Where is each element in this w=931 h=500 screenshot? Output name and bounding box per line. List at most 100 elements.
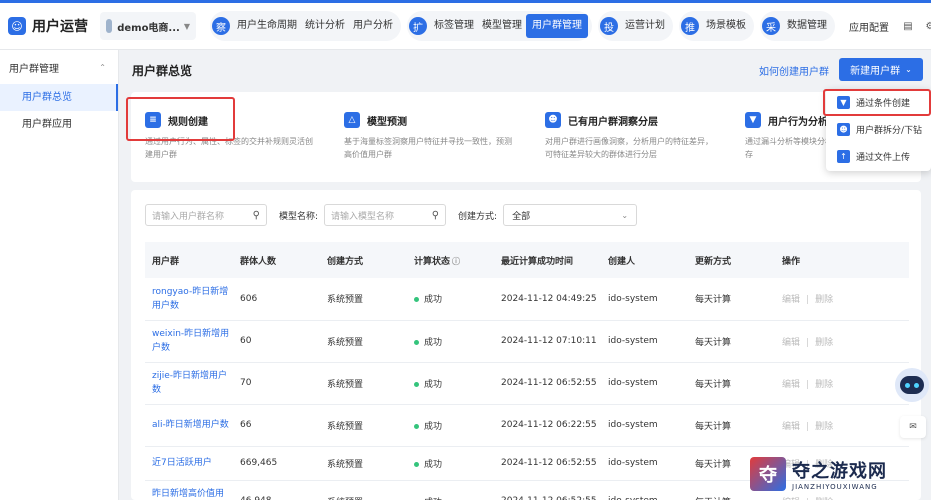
status-text: 成功	[424, 379, 443, 390]
table-row: rongyao-昨日新增用户数 606 系统预置 成功 2024-11-12 04:49…	[145, 278, 909, 321]
app-title: 用户运营	[32, 19, 88, 35]
group-name-link[interactable]: ali-昨日新增用户数	[152, 418, 232, 432]
cell-creator: ido-system	[601, 278, 688, 321]
nav-group-expand: 扩 标签管理 模型管理 用户群管理	[407, 11, 592, 41]
chat-icon[interactable]: ✉	[900, 416, 926, 438]
cell-creator: ido-system	[601, 446, 688, 481]
cell-method: 系统预置	[320, 278, 407, 321]
cell-time: 2024-11-12 06:52:55	[494, 362, 601, 405]
chevron-up-icon: ⌃	[99, 62, 106, 72]
cell-time: 2024-11-12 07:10:11	[494, 320, 601, 363]
status-dot	[414, 339, 419, 345]
method-value: 全部	[512, 211, 531, 222]
card-description: 基于海量标签洞察用户特征并寻找一致性，预测高价值用户群	[344, 137, 512, 159]
cell-count: 606	[233, 278, 320, 321]
watermark: 夺 夺之游戏网 JIANZHIYOUXIWANG	[750, 448, 931, 500]
card-group-insight[interactable]: ☻ 已有用户群洞察分层 对用户群进行画像洞察，分析用户的特征差异，可特征差异较大…	[545, 110, 715, 161]
edit-button[interactable]: 编辑	[782, 295, 800, 305]
group-name-link[interactable]: weixin-昨日新增用户数	[152, 327, 232, 355]
sidebar-item-application[interactable]: 用户群应用	[0, 111, 118, 138]
page-title: 用户群总览	[132, 64, 193, 78]
tenant-icon	[106, 19, 113, 33]
action-separator: |	[806, 421, 810, 432]
card-model-prediction[interactable]: △ 模型预测 基于海量标签洞察用户特征并寻找一致性，预测高价值用户群	[344, 110, 514, 161]
page-header: 用户群总览 如何创建用户群 新建用户群 ⌄	[119, 50, 931, 90]
help-link[interactable]: 如何创建用户群	[759, 63, 829, 78]
menu-item-label: 用户群拆分/下钻	[856, 126, 923, 136]
sidebar-item-overview[interactable]: 用户群总览	[0, 84, 118, 111]
col-header-creator: 创建人	[601, 242, 688, 278]
nav-group-badge: 采	[762, 17, 780, 35]
delete-button[interactable]: 删除	[815, 295, 833, 305]
group-name-link[interactable]: rongyao-昨日新增用户数	[152, 285, 232, 313]
settings-icon[interactable]: ⚙	[919, 15, 931, 37]
method-select[interactable]: 全部 ⌄	[503, 204, 638, 226]
model-name-search[interactable]: 请输入模型名称 ⚲	[324, 204, 447, 226]
delete-button[interactable]: 删除	[815, 338, 833, 348]
edit-button[interactable]: 编辑	[782, 422, 800, 432]
cell-time: 2024-11-12 04:49:25	[494, 278, 601, 321]
sidebar: 用户群管理 ⌃ 用户群总览 用户群应用	[0, 50, 119, 500]
action-separator: |	[806, 337, 810, 348]
nav-group-delivery: 投 运营计划	[598, 11, 673, 41]
nav-item-statistics[interactable]: 统计分析	[301, 11, 349, 41]
cell-actions: 编辑 | 删除	[775, 362, 909, 405]
cell-count: 66	[233, 404, 320, 447]
nav-item-data-management[interactable]: 数据管理	[783, 11, 831, 41]
cell-creator: ido-system	[601, 480, 688, 500]
nav-item-user-groups[interactable]: 用户群管理	[526, 14, 588, 38]
highlight-box-rule-creation	[126, 97, 235, 141]
cell-group: ali-昨日新增用户数	[145, 404, 233, 447]
app-logo[interactable]: ☺ 用户运营	[8, 16, 88, 36]
edit-button[interactable]: 编辑	[782, 380, 800, 390]
filter-bar: 请输入用户群名称 ⚲ 模型名称: 请输入模型名称 ⚲ 创建方式: 全部 ⌄	[145, 203, 638, 227]
cell-time: 2024-11-12 06:22:55	[494, 404, 601, 447]
watermark-cn: 夺之游戏网	[792, 461, 887, 482]
info-icon[interactable]: ⓘ	[452, 257, 460, 266]
cell-count: 46,948	[233, 480, 320, 500]
robot-face	[900, 376, 924, 394]
status-dot	[414, 381, 419, 387]
new-user-group-button[interactable]: 新建用户群 ⌄	[839, 58, 923, 81]
delete-button[interactable]: 删除	[815, 422, 833, 432]
table-row: weixin-昨日新增用户数 60 系统预置 成功 2024-11-12 07:10:1…	[145, 320, 909, 363]
cell-method: 系统预置	[320, 480, 407, 500]
document-icon[interactable]: ▤	[897, 15, 919, 37]
assistant-robot-icon[interactable]	[895, 368, 929, 402]
card-title: 已有用户群洞察分层	[568, 116, 658, 128]
nav-item-ops-plan[interactable]: 运营计划	[621, 11, 669, 41]
sidebar-section-header[interactable]: 用户群管理 ⌃	[0, 50, 118, 84]
menu-item-file-upload[interactable]: ↑ 通过文件上传	[826, 143, 931, 170]
card-title-row: △ 模型预测	[344, 110, 514, 130]
menu-item-split-drilldown[interactable]: ☻ 用户群拆分/下钻	[826, 116, 931, 143]
tenant-selector[interactable]: demo电商... ▼	[100, 12, 196, 40]
top-navigation-bar: ☺ 用户运营 demo电商... ▼ 察 用户生命周期 统计分析 用户分析 扩 …	[0, 0, 931, 50]
delete-button[interactable]: 删除	[815, 380, 833, 390]
group-name-link[interactable]: 昨日新增高价值用户	[152, 487, 232, 500]
cell-update: 每天计算	[688, 320, 775, 363]
status-header-label: 计算状态	[414, 256, 451, 267]
cell-update: 每天计算	[688, 362, 775, 405]
cell-actions: 编辑 | 删除	[775, 404, 909, 447]
nav-item-lifecycle[interactable]: 用户生命周期	[233, 11, 301, 41]
nav-item-tags[interactable]: 标签管理	[430, 11, 478, 41]
cell-creator: ido-system	[601, 362, 688, 405]
search-icon[interactable]: ⚲	[432, 210, 439, 221]
nav-item-user-analysis[interactable]: 用户分析	[349, 11, 397, 41]
table-row: zijie-昨日新增用户数 70 系统预置 成功 2024-11-12 06:52:55…	[145, 362, 909, 405]
edit-button[interactable]: 编辑	[782, 338, 800, 348]
search-icon[interactable]: ⚲	[253, 210, 260, 221]
table-row: ali-昨日新增用户数 66 系统预置 成功 2024-11-12 06:22:55 id…	[145, 404, 909, 447]
group-name-link[interactable]: 近7日活跃用户	[152, 456, 232, 470]
main-nav: 察 用户生命周期 统计分析 用户分析 扩 标签管理 模型管理 用户群管理 投 运…	[210, 3, 931, 49]
group-name-link[interactable]: zijie-昨日新增用户数	[152, 369, 232, 397]
cell-status: 成功	[407, 446, 494, 481]
nav-item-models[interactable]: 模型管理	[478, 11, 526, 41]
cell-update: 每天计算	[688, 278, 775, 321]
col-header-status: 计算状态 ⓘ	[407, 242, 494, 278]
cell-count: 60	[233, 320, 320, 363]
nav-item-app-config[interactable]: 应用配置	[849, 19, 889, 34]
nav-item-scene-templates[interactable]: 场景模板	[702, 11, 750, 41]
menu-item-label: 通过文件上传	[856, 153, 911, 163]
group-name-search[interactable]: 请输入用户群名称 ⚲	[145, 204, 267, 226]
